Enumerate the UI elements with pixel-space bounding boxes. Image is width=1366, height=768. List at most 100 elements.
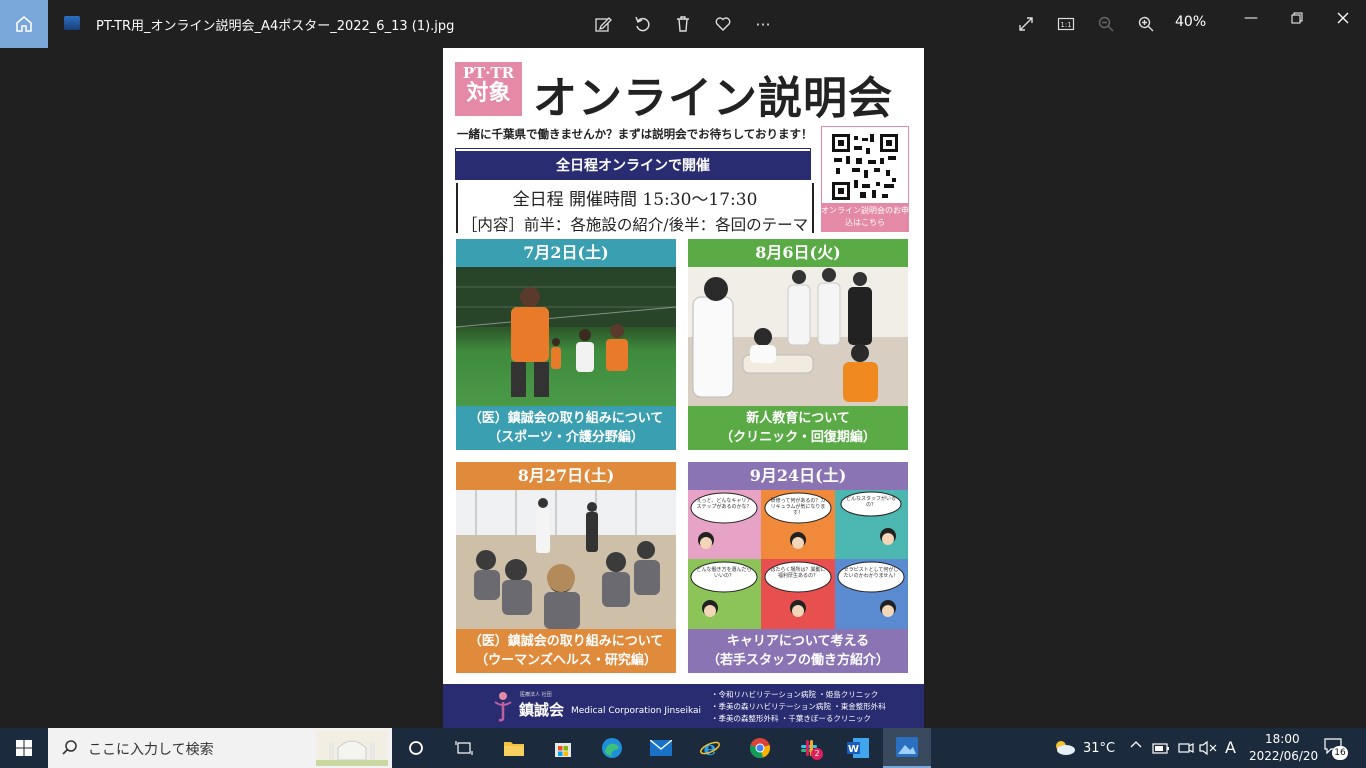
slack-taskbar-button[interactable]: 2 [797,736,823,760]
ime-mode-indicator[interactable]: A [1225,738,1236,757]
event-card-august-27: 8月27日(土) （医）鎮誠会の取り組みについて （ウーマンズヘルス・研究編） [456,462,676,673]
clock-date[interactable]: 2022/06/20 [1249,749,1318,763]
file-title: PT-TR用_オンライン説明会_A4ポスター_2022_6_13 (1).jpg [96,19,455,34]
actual-size-icon: 1:1 [1057,17,1075,31]
event-card-july-2: 7月2日(土) （医）鎮誠会の取り組みについて （スポーツ・介護分野編） [456,239,676,450]
qr-code-graphic [832,134,898,200]
schedule-content: ［内容］前半：各施設の紹介/後半：各回のテーマ [461,216,809,234]
poster-title: オンライン説明会 [533,73,893,124]
camera-icon[interactable] [1178,740,1194,756]
edge-icon [602,738,622,758]
event-caption-line1: 新人教育について [746,411,850,426]
notification-center-button[interactable]: 16 [1318,736,1358,762]
file-explorer-taskbar-button[interactable] [502,736,526,760]
soccer-scene-illustration [456,267,676,397]
home-button[interactable] [0,0,48,48]
edit-image-button[interactable] [591,12,615,36]
cortana-button[interactable] [404,736,428,760]
heart-icon [715,17,731,31]
poster-tagline: 一緒に千葉県で働きませんか？まずは説明会でお待ちしております！ [457,127,813,141]
speaker-muted-icon[interactable] [1199,740,1217,756]
photos-icon [896,737,918,757]
zoom-out-button[interactable] [1094,12,1118,36]
show-hidden-icons-button[interactable] [1130,739,1142,755]
internet-explorer-taskbar-button[interactable]: e [698,736,722,760]
more-options-button[interactable]: ··· [751,12,775,36]
edit-icon [595,17,612,32]
favorite-button[interactable] [711,12,735,36]
word-icon: W [847,738,869,758]
fullscreen-button[interactable] [1014,12,1038,36]
svg-text:W: W [848,744,859,755]
taskbar: ここに入力して検索 e 2 W 31°C A 18:00 2022/06/20 … [0,728,1366,768]
event-caption: （医）鎮誠会の取り組みについて （スポーツ・介護分野編） [456,406,676,450]
event-card-august-6: 8月6日(火) 新人教育について （クリニック・回復期編） [688,239,908,450]
career-illustration: えっと、どんなキャリアステップがあるのかな？ 研修って何があるの？カリキュラムが… [688,490,908,629]
taskbar-search-box[interactable]: ここに入力して検索 [48,728,392,768]
poster-footer: 医療法人 社団 鎮誠会 Medical Corporation Jinseika… [443,684,924,728]
store-icon [555,743,571,757]
zoom-level[interactable]: 40% [1175,14,1206,30]
edge-taskbar-button[interactable] [600,736,624,760]
footer-org-english: Medical Corporation Jinseikai [571,706,702,716]
microsoft-store-taskbar-button[interactable] [551,736,575,760]
weather-temperature[interactable]: 31°C [1083,741,1115,756]
start-button[interactable] [0,728,48,768]
facility-line: ・令和リハビリテーション病院 ・姫島クリニック [711,690,879,699]
svg-text:e: e [704,737,717,759]
expand-icon [1019,17,1033,31]
schedule-box: 全日程 開催時間 15:30〜17:30 ［内容］前半：各施設の紹介/後半：各回… [456,183,814,234]
battery-icon[interactable] [1152,741,1170,755]
question-bubble: はたらく場所は？異動に福利厚生あるの？ [770,567,826,579]
event-caption-line1: （医）鎮誠会の取り組みについて [468,411,664,426]
event-date: 8月6日(火) [755,243,841,262]
facility-list: ・令和リハビリテーション病院 ・姫島クリニック ・季美の森リハビリテーション病院… [711,689,886,725]
actual-size-button[interactable]: 1:1 [1054,12,1078,36]
question-bubble: えっと、どんなキャリアステップがあるのかな？ [696,498,752,510]
search-icon [62,740,77,755]
footer-org-name: 鎮誠会 [519,701,565,719]
poster-image[interactable]: PT·TR 対象 オンライン説明会 一緒に千葉県で働きませんか？まずは説明会でお… [443,48,924,728]
windows-logo-icon [16,740,32,756]
restore-button[interactable] [1282,6,1312,30]
facility-line: ・季美の森整形外科 ・千葉きぼーるクリニック [711,714,871,723]
zoom-in-button[interactable] [1134,12,1158,36]
more-icon: ··· [755,14,771,34]
photo-file-icon [64,16,80,30]
clock-time[interactable]: 18:00 [1265,732,1300,746]
seminar-scene-illustration [456,490,676,629]
jinseikai-logo-icon [494,692,512,722]
task-view-button[interactable] [452,736,476,760]
footer-org-type: 医療法人 社団 [520,692,552,698]
mail-taskbar-button[interactable] [649,736,673,760]
weather-cloud-icon [1056,741,1075,755]
training-scene-illustration [688,267,908,406]
minimize-icon: — [1244,10,1258,26]
question-bubble: 研修って何があるの？カリキュラムが気になります！ [770,498,826,516]
close-icon [1337,12,1349,24]
event-caption-line2: （スポーツ・介護分野編） [488,430,644,445]
event-caption-line2: （若手スタッフの働き方紹介） [706,653,889,668]
chrome-icon [750,738,771,758]
home-icon [16,16,32,32]
question-bubble: どんなスタッフがいるの？ [846,496,897,508]
chevron-up-icon [1130,741,1142,748]
photos-taskbar-button-active[interactable] [883,728,931,768]
event-caption-line1: （医）鎮誠会の取り組みについて [468,634,664,649]
event-date: 7月2日(土) [523,243,609,262]
seminar-photo [456,490,676,629]
title-bar: PT-TR用_オンライン説明会_A4ポスター_2022_6_13 (1).jpg… [0,0,1366,48]
event-caption-line2: （クリニック・回復期編） [720,430,876,445]
cortana-icon [409,741,423,755]
question-bubble: セラピストとして何がしたいのかわかりません！ [843,567,899,579]
event-caption: 新人教育について （クリニック・回復期編） [688,406,908,450]
minimize-button[interactable]: — [1236,6,1266,30]
rotate-button[interactable] [631,12,655,36]
delete-button[interactable] [671,12,695,36]
event-caption-line2: （ウーマンズヘルス・研究編） [475,653,657,668]
word-taskbar-button[interactable]: W [846,736,870,760]
close-button[interactable] [1328,6,1358,30]
folder-icon [504,742,524,756]
event-date: 9月24日(土) [749,466,847,485]
chrome-taskbar-button[interactable] [748,736,772,760]
